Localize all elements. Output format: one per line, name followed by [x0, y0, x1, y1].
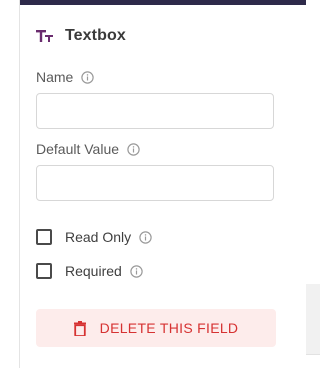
panel-title: Textbox	[65, 27, 126, 44]
name-label: Name	[36, 69, 95, 85]
read-only-option[interactable]: Read Only	[36, 229, 152, 245]
field-settings-panel: Textbox Name Default Value Read Only Req…	[0, 0, 320, 368]
required-label: Required	[65, 263, 122, 279]
default-value-input[interactable]	[36, 165, 274, 201]
top-bar	[20, 0, 306, 5]
info-icon[interactable]	[139, 230, 152, 244]
background-canvas-edge	[306, 284, 320, 354]
default-value-label: Default Value	[36, 141, 140, 157]
required-option[interactable]: Required	[36, 263, 143, 279]
required-checkbox[interactable]	[36, 263, 52, 279]
text-type-icon	[36, 29, 54, 43]
delete-field-label: DELETE THIS FIELD	[99, 320, 239, 336]
name-label-text: Name	[36, 69, 74, 85]
info-icon[interactable]	[127, 142, 140, 156]
name-input[interactable]	[36, 93, 274, 129]
panel-header: Textbox	[36, 26, 126, 46]
trash-icon	[73, 320, 86, 337]
delete-field-button[interactable]: DELETE THIS FIELD	[36, 309, 276, 347]
info-icon[interactable]	[81, 70, 95, 84]
read-only-checkbox[interactable]	[36, 229, 52, 245]
default-value-label-text: Default Value	[36, 141, 120, 157]
panel-left-divider	[19, 0, 20, 368]
info-icon[interactable]	[130, 264, 143, 278]
read-only-label: Read Only	[65, 229, 132, 245]
background-divider	[306, 354, 320, 355]
